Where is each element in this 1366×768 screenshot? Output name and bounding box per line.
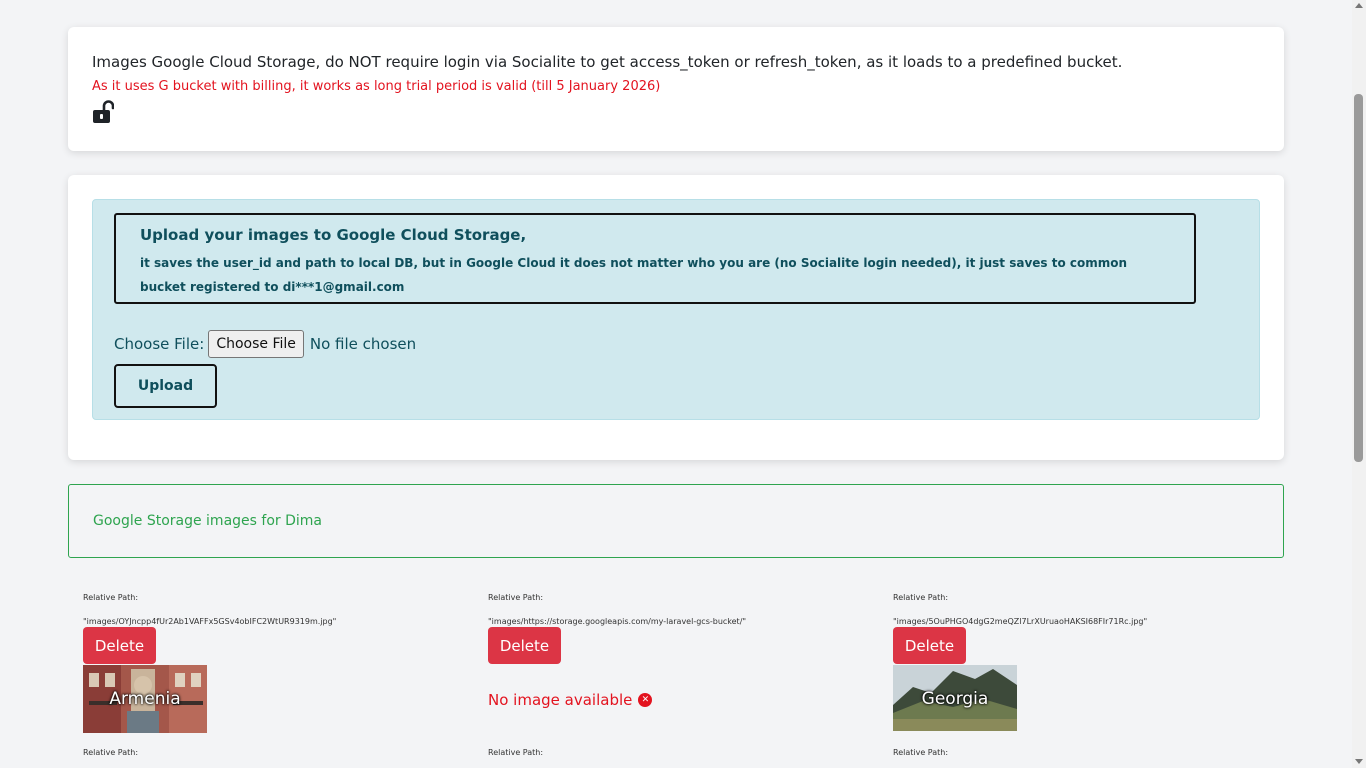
image-item: Relative Path: "images/OYJncpp4fUr2Ab1VA… <box>83 593 463 743</box>
relative-path-label: Relative Path: <box>83 593 139 602</box>
choose-file-button[interactable]: Choose File <box>208 330 304 358</box>
relative-path-label: Relative Path: <box>83 748 139 757</box>
thumbnail-caption: Georgia <box>921 689 989 709</box>
x-circle-icon: ✕ <box>638 693 653 707</box>
success-message: Google Storage images for Dima <box>93 513 322 529</box>
unlock-icon <box>93 100 114 123</box>
image-item: Relative Path: "images/5OuPHGO4dgG2meQZl… <box>893 593 1273 743</box>
image-thumbnail[interactable]: Armenia <box>83 665 207 733</box>
delete-button[interactable]: Delete <box>488 627 561 664</box>
thumbnail-caption: Armenia <box>109 689 181 709</box>
upload-notice: Upload your images to Google Cloud Stora… <box>114 213 1196 304</box>
choose-file-label: Choose File: <box>114 335 205 353</box>
delete-button[interactable]: Delete <box>893 627 966 664</box>
no-image-message: No image available ✕ <box>488 691 653 709</box>
page: Images Google Cloud Storage, do NOT requ… <box>0 0 1352 768</box>
info-title: Images Google Cloud Storage, do NOT requ… <box>92 53 1123 71</box>
image-item: Relative Path: "images/https://storage.g… <box>488 593 868 743</box>
trial-warning: As it uses G bucket with billing, it wor… <box>92 79 661 94</box>
vertical-scrollbar[interactable] <box>1352 0 1366 768</box>
image-thumbnail[interactable]: Georgia <box>893 665 1017 731</box>
success-alert: Google Storage images for Dima <box>68 484 1284 558</box>
relative-path-value: "images/5OuPHGO4dgG2meQZl7LrXUruaoHAKSI6… <box>893 617 1148 626</box>
file-input-row: Choose File: Choose File No file chosen <box>114 329 416 359</box>
relative-path-label: Relative Path: <box>488 748 544 757</box>
scroll-up-arrow-icon[interactable] <box>1355 3 1363 8</box>
upload-card: Upload your images to Google Cloud Stora… <box>68 175 1284 460</box>
no-image-text: No image available <box>488 691 633 709</box>
upload-button[interactable]: Upload <box>114 364 217 408</box>
relative-path-label: Relative Path: <box>488 593 544 602</box>
relative-path-value: "images/OYJncpp4fUr2Ab1VAFFx5GSv4obIFC2W… <box>83 617 337 626</box>
notice-title: Upload your images to Google Cloud Stora… <box>140 226 527 244</box>
no-file-chosen-text: No file chosen <box>309 335 417 353</box>
info-card: Images Google Cloud Storage, do NOT requ… <box>68 27 1284 151</box>
relative-path-label: Relative Path: <box>893 748 949 757</box>
notice-body: it saves the user_id and path to local D… <box>140 256 1128 294</box>
scrollbar-thumb[interactable] <box>1354 94 1363 462</box>
relative-path-value: "images/https://storage.googleapis.com/m… <box>488 617 747 626</box>
relative-path-label: Relative Path: <box>893 593 949 602</box>
scroll-down-arrow-icon[interactable] <box>1355 759 1363 764</box>
delete-button[interactable]: Delete <box>83 627 156 664</box>
upload-panel: Upload your images to Google Cloud Stora… <box>92 199 1260 420</box>
